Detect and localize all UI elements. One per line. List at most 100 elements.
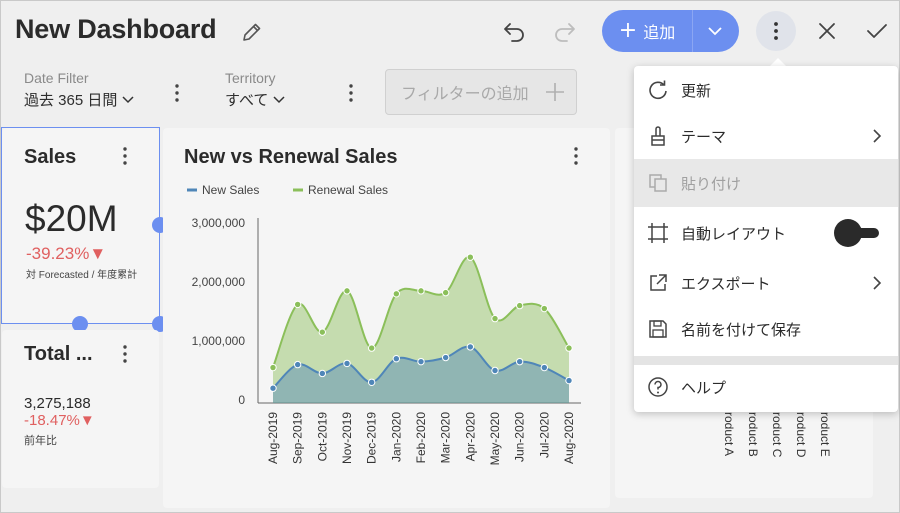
add-filter-label: フィルターの追加 bbox=[401, 86, 529, 103]
add-divider bbox=[692, 10, 693, 52]
x-tick-label: Jan-2020 bbox=[389, 412, 403, 462]
product-label: Product D bbox=[794, 404, 808, 458]
data-point bbox=[515, 357, 524, 366]
x-tick-label: Nov-2019 bbox=[340, 412, 354, 464]
legend-label: New Sales bbox=[202, 183, 259, 197]
menu-item-label: テーマ bbox=[681, 128, 727, 146]
menu-item-help[interactable]: ヘルプ bbox=[634, 363, 898, 411]
y-tick-label: 2,000,000 bbox=[192, 275, 246, 289]
data-point bbox=[269, 384, 277, 392]
redo-icon[interactable] bbox=[552, 18, 578, 44]
chevron-down-icon bbox=[273, 95, 285, 103]
check-icon[interactable] bbox=[864, 18, 890, 44]
add-main-button[interactable]: + 追加 bbox=[602, 10, 692, 52]
data-point bbox=[466, 253, 475, 261]
undo-icon[interactable] bbox=[501, 18, 527, 44]
add-button[interactable]: + 追加 bbox=[602, 10, 739, 52]
chevron-right-icon bbox=[873, 276, 882, 290]
dashboard-title[interactable]: New Dashboard bbox=[15, 14, 217, 45]
auto-layout-toggle[interactable] bbox=[833, 218, 881, 248]
plus-icon bbox=[546, 83, 564, 101]
auto-layout-icon bbox=[648, 223, 668, 243]
sales-card-kebab-icon[interactable] bbox=[115, 146, 135, 166]
sales-change: -39.23%▼ bbox=[26, 244, 107, 263]
edit-pencil-icon[interactable] bbox=[240, 20, 264, 44]
menu-item-export[interactable]: エクスポート bbox=[634, 259, 898, 307]
menu-item-paste: 貼り付け bbox=[634, 159, 898, 207]
export-icon bbox=[650, 274, 667, 291]
data-point bbox=[540, 304, 549, 313]
y-tick-label: 0 bbox=[238, 393, 245, 407]
add-label: 追加 bbox=[643, 25, 676, 42]
menu-item-theme[interactable]: テーマ bbox=[634, 112, 898, 160]
date-filter-value: 過去 365 日間 bbox=[24, 92, 118, 109]
options-menu: 更新 テーマ 貼り付け 自動レイアウト エクスポート 名前を付けて保存 ヘルプ bbox=[634, 66, 898, 412]
x-tick-label: Oct-2019 bbox=[315, 412, 329, 462]
territory-kebab-icon[interactable] bbox=[341, 83, 361, 103]
close-icon[interactable] bbox=[814, 18, 840, 44]
date-filter-label: Date Filter bbox=[24, 70, 89, 86]
menu-item-label: 自動レイアウト bbox=[681, 225, 787, 243]
chevron-down-icon[interactable] bbox=[706, 23, 724, 39]
data-point bbox=[367, 344, 376, 352]
area-chart: New Sales Renewal Sales 3,000,000 2,000,000… bbox=[187, 183, 581, 466]
data-point bbox=[343, 359, 351, 368]
data-point bbox=[466, 343, 475, 351]
date-filter-kebab-icon[interactable] bbox=[167, 83, 187, 103]
sales-value: $20M bbox=[25, 198, 118, 239]
x-tick-label: Jun-2020 bbox=[513, 412, 527, 462]
product-label: Product C bbox=[770, 404, 784, 458]
x-tick-label: Dec-2019 bbox=[365, 412, 379, 464]
kebab-icon bbox=[774, 22, 778, 40]
total-change: -18.47%▼ bbox=[24, 412, 95, 429]
legend-label: Renewal Sales bbox=[308, 183, 388, 197]
data-point bbox=[417, 357, 425, 366]
data-point bbox=[293, 300, 302, 309]
more-options-button[interactable] bbox=[756, 11, 796, 51]
chevron-down-icon bbox=[122, 95, 134, 103]
sales-caption: 対 Forecasted / 年度累計 bbox=[26, 270, 138, 281]
refresh-icon bbox=[649, 80, 667, 100]
plus-icon: + bbox=[618, 18, 638, 43]
x-tick-label: Feb-2020 bbox=[414, 412, 428, 464]
data-point bbox=[565, 376, 573, 385]
total-value: 3,275,188 bbox=[24, 395, 91, 412]
x-tick-label: Aug-2020 bbox=[562, 412, 576, 464]
data-point bbox=[441, 353, 450, 362]
menu-item-refresh[interactable]: 更新 bbox=[634, 66, 898, 114]
menu-item-label: 更新 bbox=[681, 82, 712, 100]
brush-icon bbox=[651, 126, 665, 146]
menu-item-label: エクスポート bbox=[681, 275, 771, 293]
x-tick-label: May-2020 bbox=[488, 412, 502, 466]
data-point bbox=[293, 360, 302, 369]
x-tick-label: Apr-2020 bbox=[463, 412, 477, 462]
territory-dropdown[interactable]: すべて bbox=[225, 89, 286, 110]
data-point bbox=[491, 314, 499, 323]
data-point bbox=[269, 363, 277, 372]
paste-icon bbox=[649, 174, 667, 192]
y-tick-label: 3,000,000 bbox=[192, 216, 246, 230]
total-caption: 前年比 bbox=[24, 435, 57, 447]
chevron-right-icon bbox=[873, 129, 882, 143]
save-icon bbox=[649, 320, 667, 338]
menu-item-label: 貼り付け bbox=[681, 175, 742, 193]
menu-item-label: 名前を付けて保存 bbox=[681, 321, 802, 339]
territory-label: Territory bbox=[225, 70, 276, 86]
data-point bbox=[441, 288, 450, 297]
territory-value: すべて bbox=[225, 92, 269, 109]
menu-item-save-as[interactable]: 名前を付けて保存 bbox=[634, 305, 898, 353]
x-tick-label: Aug-2019 bbox=[266, 412, 280, 464]
data-point bbox=[392, 355, 401, 363]
data-point bbox=[318, 369, 327, 378]
add-filter-button[interactable]: フィルターの追加 bbox=[385, 69, 577, 115]
menu-item-auto-layout[interactable]: 自動レイアウト bbox=[634, 209, 898, 257]
y-tick-label: 1,000,000 bbox=[192, 334, 246, 348]
data-point bbox=[491, 366, 499, 375]
data-point bbox=[318, 328, 327, 336]
x-tick-label: Sep-2019 bbox=[291, 412, 305, 464]
date-filter-dropdown[interactable]: 過去 365 日間 bbox=[24, 89, 135, 110]
sales-card-title: Sales bbox=[24, 146, 77, 168]
x-tick-label: Mar-2020 bbox=[439, 412, 453, 464]
total-card-kebab-icon[interactable] bbox=[115, 344, 135, 364]
help-icon bbox=[648, 377, 668, 397]
